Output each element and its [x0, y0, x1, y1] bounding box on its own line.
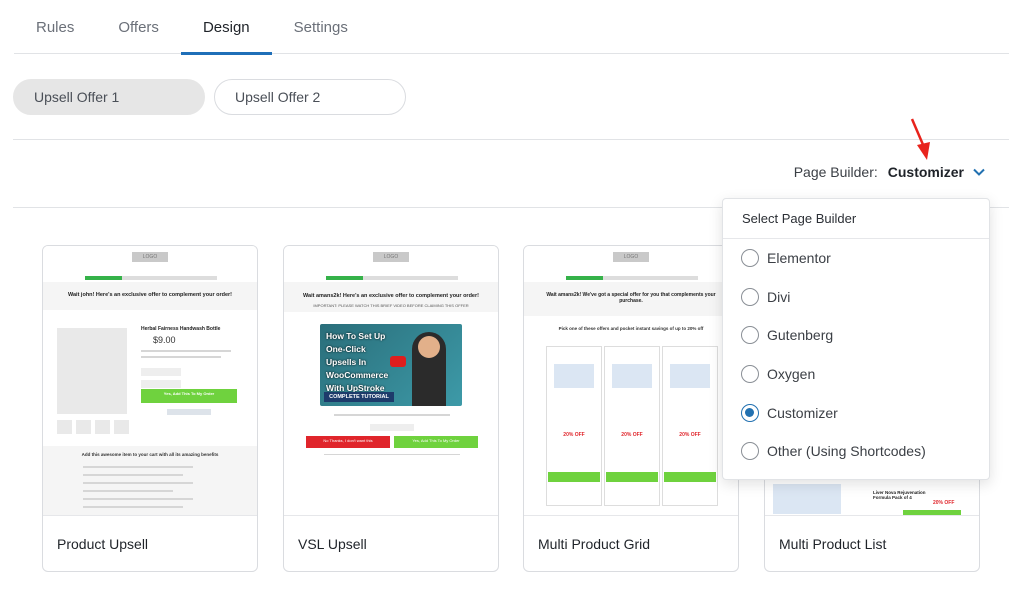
preview-no-button: No Thanks, I don't want this	[323, 438, 373, 443]
option-elementor[interactable]: Elementor	[723, 239, 989, 278]
option-divi[interactable]: Divi	[723, 278, 989, 317]
option-label: Other (Using Shortcodes)	[767, 443, 926, 460]
option-customizer[interactable]: Customizer	[723, 393, 989, 432]
preview-yes-button: Yes, Add This To My Order	[412, 438, 460, 443]
template-preview: LOGO Wait amans2k! Here's an exclusive o…	[284, 246, 498, 516]
option-label: Oxygen	[767, 366, 816, 383]
radio-unchecked-icon[interactable]	[741, 249, 759, 268]
divider	[13, 139, 1009, 140]
preview-discount: 20% OFF	[563, 432, 585, 438]
chevron-down-icon[interactable]	[972, 165, 986, 179]
preview-discount: 20% OFF	[679, 432, 701, 438]
tab-settings[interactable]: Settings	[272, 0, 370, 54]
preview-headline: Wait amans2k! Here's an exclusive offer …	[303, 293, 479, 299]
logo-placeholder: LOGO	[613, 252, 649, 262]
dropdown-title: Select Page Builder	[723, 199, 989, 239]
template-preview: LOGO Wait john! Here's an exclusive offe…	[43, 246, 257, 516]
preview-notice: IMPORTANT: PLEASE WATCH THIS BRIEF VIDEO…	[313, 303, 469, 308]
template-card-multi-product-grid[interactable]: LOGO Wait amans2k! We've got a special o…	[523, 245, 739, 572]
preview-pick-text: Pick one of these offers and pocket inst…	[558, 326, 704, 331]
preview-benefits-title: Add this awesome item to your cart with …	[81, 452, 219, 457]
upsell-offer-2-button[interactable]: Upsell Offer 2	[214, 79, 406, 115]
radio-unchecked-icon[interactable]	[741, 442, 759, 461]
tab-offers[interactable]: Offers	[96, 0, 181, 54]
template-caption: VSL Upsell	[298, 536, 367, 552]
radio-unchecked-icon[interactable]	[741, 326, 759, 345]
option-oxygen[interactable]: Oxygen	[723, 355, 989, 394]
option-label: Customizer	[767, 404, 838, 421]
video-badge: COMPLETE TUTORIAL	[324, 392, 394, 402]
option-label: Gutenberg	[767, 327, 834, 344]
template-preview: LOGO Wait amans2k! We've got a special o…	[524, 246, 738, 516]
video-title: How To Set Up One-Click Upsells In WooCo…	[326, 331, 389, 393]
preview-cta: Yes, Add This To My Order	[163, 391, 215, 396]
preview-headline: Wait amans2k! We've got a special offer …	[546, 292, 716, 304]
video-thumbnail[interactable]: How To Set Up One-Click Upsells In WooCo…	[320, 324, 462, 406]
page-builder-selector[interactable]: Page Builder: Customizer	[794, 164, 986, 180]
upsell-offer-1-button[interactable]: Upsell Offer 1	[13, 79, 205, 115]
logo-placeholder: LOGO	[132, 252, 168, 262]
tab-design[interactable]: Design	[180, 0, 272, 55]
option-gutenberg[interactable]: Gutenberg	[723, 316, 989, 355]
option-label: Divi	[767, 288, 791, 305]
preview-discount: 20% OFF	[933, 500, 955, 506]
preview-headline: Wait john! Here's an exclusive offer to …	[68, 292, 232, 298]
preview-price: $9.00	[153, 335, 176, 345]
radio-unchecked-icon[interactable]	[741, 287, 759, 306]
preview-product-title: Herbal Fairness Handwash Bottle	[141, 326, 221, 332]
tab-rules[interactable]: Rules	[14, 0, 96, 54]
template-card-product-upsell[interactable]: LOGO Wait john! Here's an exclusive offe…	[42, 245, 258, 572]
design-tabs: Rules Offers Design Settings	[14, 0, 1009, 55]
option-label: Elementor	[767, 250, 831, 267]
red-arrow-annotation-icon	[910, 118, 930, 160]
preview-discount: 20% OFF	[621, 432, 643, 438]
page-builder-value[interactable]: Customizer	[888, 164, 964, 180]
preview-product-title: Liver Nova Rejuvenation Formula Pack of …	[873, 490, 926, 500]
template-caption: Multi Product Grid	[538, 536, 651, 552]
radio-checked-icon[interactable]	[741, 403, 759, 422]
page-builder-label: Page Builder:	[793, 164, 878, 180]
option-other-shortcodes[interactable]: Other (Using Shortcodes)	[723, 432, 989, 471]
template-card-vsl-upsell[interactable]: LOGO Wait amans2k! Here's an exclusive o…	[283, 245, 499, 572]
template-caption: Multi Product List	[779, 536, 887, 552]
page-builder-dropdown: Select Page Builder Elementor Divi Guten…	[722, 198, 990, 480]
logo-placeholder: LOGO	[373, 252, 409, 262]
radio-unchecked-icon[interactable]	[741, 365, 759, 384]
template-caption: Product Upsell	[57, 536, 149, 552]
